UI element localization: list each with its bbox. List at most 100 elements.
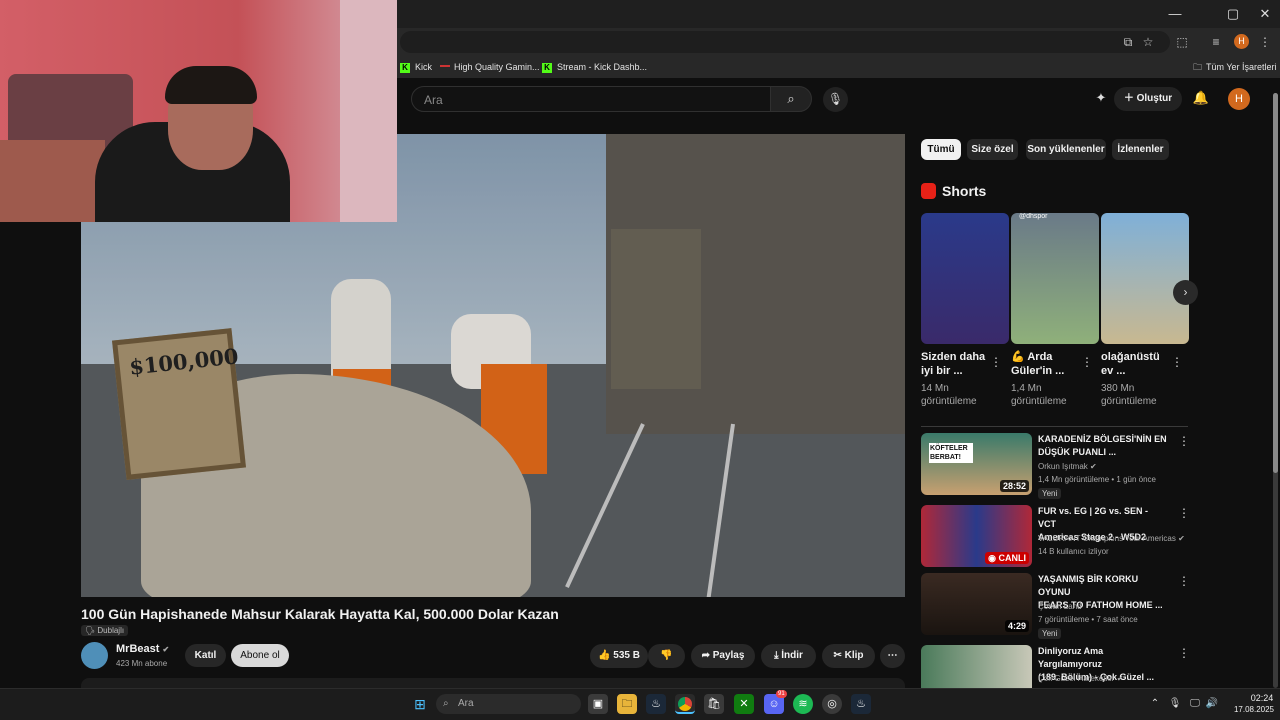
scrollbar-thumb[interactable] [1273, 93, 1278, 473]
channel-link[interactable]: VALORANT Champions Tour Americas ✔ [1038, 534, 1185, 543]
maximize-button[interactable]: ▢ [1218, 4, 1248, 24]
chip-all[interactable]: Tümü [921, 139, 961, 160]
all-bookmarks[interactable]: 🗀 Tüm Yer İşaretleri [1193, 59, 1277, 75]
taskbar-search-label: Ara [458, 698, 474, 709]
chevron-up-icon[interactable]: ⌃ [1148, 697, 1162, 711]
clip-button[interactable]: ✂ Klip [822, 644, 875, 668]
bookmark-label: High Quality Gamin... [454, 62, 540, 72]
more-vertical-icon[interactable]: ⋮ [990, 354, 1002, 370]
store-icon[interactable]: 🛍 [704, 694, 724, 714]
more-vertical-icon[interactable]: ⋮ [1178, 505, 1190, 521]
windows-start-icon[interactable]: ⊞ [410, 694, 430, 714]
subscribe-button[interactable]: Abone ol [231, 644, 289, 667]
search-button[interactable]: ⌕ [770, 86, 812, 112]
chip-for-you[interactable]: Size özel [967, 139, 1018, 160]
install-app-icon[interactable]: ⧉ [1119, 34, 1137, 50]
share-button[interactable]: ➦ Paylaş [691, 644, 755, 668]
voice-search-button[interactable]: 🎙 [823, 87, 848, 112]
more-vertical-icon[interactable]: ⋮ [1178, 645, 1190, 661]
more-vertical-icon[interactable]: ⋮ [1178, 433, 1190, 449]
short-thumbnail[interactable] [921, 213, 1009, 344]
download-button[interactable]: ⤓ İndir [761, 644, 816, 668]
reading-list-icon[interactable]: ≡ [1207, 34, 1225, 50]
address-bar[interactable] [400, 31, 1170, 53]
like-button[interactable]: 👍 535 B [590, 644, 648, 668]
chip-watched[interactable]: İzlenenler [1112, 139, 1169, 160]
file-explorer-icon[interactable]: 🗀 [617, 694, 637, 714]
discord-icon[interactable]: ☺ 91 [764, 690, 787, 714]
search-box[interactable] [411, 86, 771, 113]
bookmark-high-quality[interactable]: High Quality Gamin... [440, 59, 540, 75]
task-view-icon[interactable]: ▣ [588, 694, 608, 714]
more-vertical-icon[interactable]: ⋮ [1178, 573, 1190, 589]
verified-icon: ✔ [1090, 462, 1097, 471]
notifications-bell-icon[interactable]: 🔔 [1192, 90, 1210, 108]
video-thumbnail[interactable]: ◉ CANLI [921, 505, 1032, 567]
obs-icon[interactable]: ◎ [822, 694, 842, 714]
more-vertical-icon[interactable]: ⋮ [1081, 354, 1093, 370]
network-icon[interactable]: 🖵 [1188, 697, 1202, 711]
rec-title-line: KARADENİZ BÖLGESİ'NİN EN [1038, 434, 1167, 444]
account-avatar[interactable]: H [1228, 88, 1250, 110]
channel-name[interactable]: MrBeast ✔ [116, 643, 169, 655]
short-thumbnail[interactable]: @dhspor [1011, 213, 1099, 344]
short-title-line: iyi bir ... [921, 365, 963, 377]
browser-profile-avatar[interactable]: H [1234, 34, 1249, 49]
streamer-hair [165, 66, 257, 104]
short-views: 14 Mn görüntüleme [921, 382, 993, 408]
channel-avatar[interactable] [81, 642, 108, 669]
video-thumbnail[interactable]: 4:29 [921, 573, 1032, 635]
browser-menu-icon[interactable]: ⋮ [1256, 34, 1274, 50]
bookmark-kick-dashboard[interactable]: K Stream - Kick Dashb... [542, 59, 647, 75]
chip-recent[interactable]: Son yüklenenler [1026, 139, 1106, 160]
video-meta: 14 B kullanıcı izliyor [1038, 547, 1109, 556]
dislike-button[interactable]: 👎 [648, 644, 685, 668]
channel-text: VALORANT Champions Tour Americas [1038, 534, 1176, 543]
channel-link[interactable]: Orkun Işıtmak ✔ [1038, 462, 1097, 471]
short-thumbnail[interactable] [1101, 213, 1189, 344]
search-icon: ⌕ [443, 698, 449, 709]
live-icon: ◉ [988, 553, 999, 563]
search-input[interactable] [412, 87, 770, 113]
webcam-curtain [340, 0, 397, 222]
steam-icon[interactable]: ♨ [646, 694, 666, 714]
join-button[interactable]: Katıl [185, 644, 226, 667]
video-title-link[interactable]: KARADENİZ BÖLGESİ'NİN EN DÜŞÜK PUANLI ... [1038, 433, 1168, 459]
minimize-button[interactable]: — [1160, 4, 1190, 24]
create-button[interactable]: ＋ Oluştur [1114, 87, 1182, 111]
short-views-line: 380 Mn [1101, 383, 1135, 394]
steam-icon-2[interactable]: ♨ [851, 694, 871, 714]
kick-icon: K [542, 62, 552, 73]
xbox-icon[interactable]: ✕ [734, 694, 754, 714]
cast-icon[interactable]: ✦ [1092, 90, 1110, 108]
short-title[interactable]: olağanüstü ev ... [1101, 350, 1173, 378]
channel-link[interactable]: Çok Güzel Hareketler ✔ [1038, 674, 1123, 683]
short-title[interactable]: Sizden daha iyi bir ... [921, 350, 993, 378]
clock-date[interactable]: 17.08.2025 [1228, 705, 1280, 714]
short-views-line: görüntüleme [1011, 396, 1067, 407]
channel-link[interactable]: Çoban Land [1038, 602, 1082, 611]
close-button[interactable]: ✕ [1250, 4, 1280, 24]
subscriber-count: 423 Mn abone [116, 659, 168, 668]
chrome-icon[interactable] [675, 694, 695, 714]
taskbar-search[interactable]: ⌕ Ara [436, 694, 581, 714]
webcam-overlay [0, 0, 397, 222]
short-views-line: 1,4 Mn [1011, 383, 1042, 394]
extensions-icon[interactable]: ⬚ [1173, 34, 1191, 50]
more-actions-button[interactable]: ⋯ [880, 644, 905, 668]
channel-text: Orkun Işıtmak [1038, 462, 1088, 471]
dubbed-badge: 🗣 Dublajlı [81, 625, 129, 636]
bookmark-kick[interactable]: K Kick [400, 59, 432, 75]
more-vertical-icon[interactable]: ⋮ [1171, 354, 1183, 370]
video-thumbnail[interactable] [921, 645, 1032, 688]
chevron-right-icon[interactable]: › [1173, 280, 1198, 305]
microphone-icon[interactable]: 🎙 [1168, 697, 1182, 711]
short-title[interactable]: 💪 Arda Güler'in ... [1011, 350, 1083, 378]
volume-icon[interactable]: 🔊 [1205, 697, 1219, 711]
bookmark-star-icon[interactable]: ☆ [1139, 34, 1157, 50]
video-thumbnail[interactable]: KÖFTELER BERBAT! 28:52 [921, 433, 1032, 495]
clock-time[interactable]: 02:24 [1244, 693, 1280, 703]
short-views-line: 14 Mn [921, 383, 949, 394]
short-title-line: 💪 Arda [1011, 351, 1053, 363]
spotify-icon[interactable]: ≋ [793, 694, 813, 714]
